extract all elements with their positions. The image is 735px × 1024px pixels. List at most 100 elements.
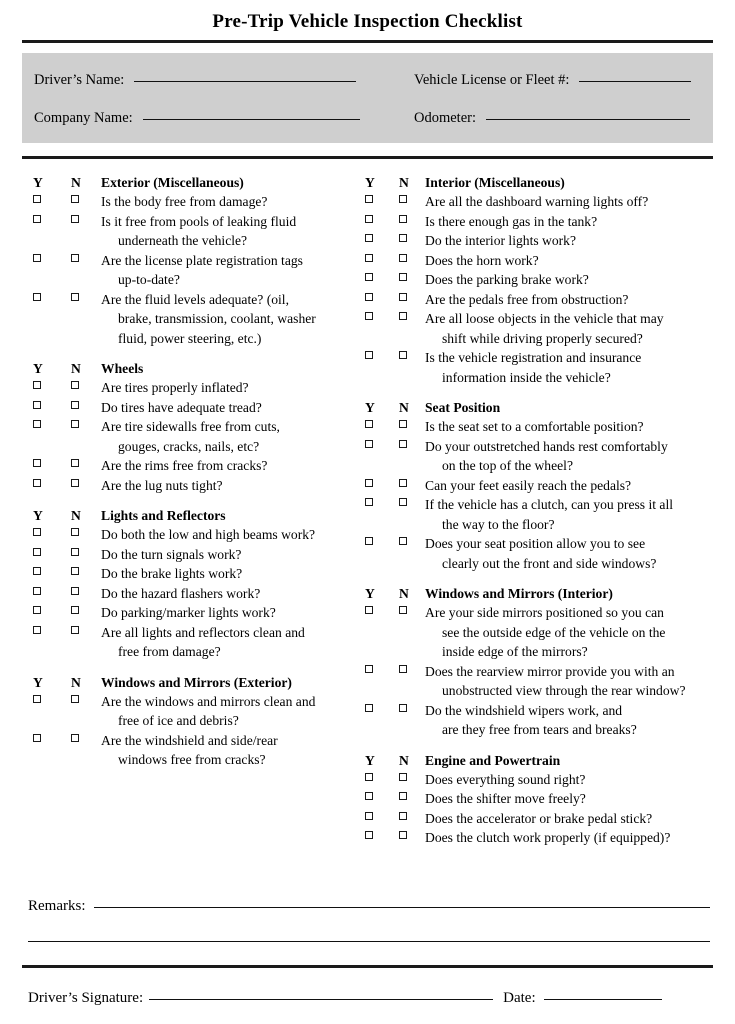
- vehicle-license-field[interactable]: Vehicle License or Fleet #:: [414, 72, 692, 89]
- checkbox-icon[interactable]: [33, 400, 41, 409]
- no-checkbox-cell[interactable]: [399, 770, 425, 781]
- checkbox-icon[interactable]: [399, 811, 407, 820]
- no-checkbox-cell[interactable]: [71, 584, 101, 595]
- checkbox-icon[interactable]: [33, 528, 41, 536]
- no-checkbox-cell[interactable]: [71, 525, 101, 536]
- checkbox-icon[interactable]: [399, 214, 407, 223]
- no-checkbox-cell[interactable]: [399, 417, 425, 428]
- yes-checkbox-cell[interactable]: [33, 192, 71, 203]
- yes-checkbox-cell[interactable]: [33, 603, 71, 614]
- checkbox-icon[interactable]: [71, 214, 79, 223]
- checkbox-icon[interactable]: [365, 792, 373, 800]
- yes-checkbox-cell[interactable]: [365, 417, 399, 428]
- yes-checkbox-cell[interactable]: [365, 270, 399, 281]
- no-checkbox-cell[interactable]: [399, 701, 425, 712]
- yes-checkbox-cell[interactable]: [365, 476, 399, 487]
- checkbox-icon[interactable]: [365, 772, 373, 781]
- checkbox-icon[interactable]: [365, 273, 373, 281]
- yes-checkbox-cell[interactable]: [365, 251, 399, 262]
- checkbox-icon[interactable]: [365, 537, 373, 545]
- checkbox-icon[interactable]: [33, 733, 41, 742]
- yes-checkbox-cell[interactable]: [365, 348, 399, 359]
- yes-checkbox-cell[interactable]: [33, 212, 71, 223]
- checkbox-icon[interactable]: [399, 273, 407, 281]
- no-checkbox-cell[interactable]: [399, 348, 425, 359]
- company-name-input[interactable]: [142, 119, 360, 120]
- remarks-input-line-1[interactable]: [93, 907, 710, 908]
- no-checkbox-cell[interactable]: [399, 828, 425, 839]
- checkbox-icon[interactable]: [365, 498, 373, 506]
- no-checkbox-cell[interactable]: [71, 456, 101, 467]
- drivers-name-field[interactable]: Driver’s Name:: [34, 72, 414, 89]
- no-checkbox-cell[interactable]: [71, 398, 101, 409]
- checkbox-icon[interactable]: [71, 381, 79, 389]
- checkbox-icon[interactable]: [33, 586, 41, 595]
- signature-input-extension[interactable]: [335, 999, 494, 1000]
- no-checkbox-cell[interactable]: [71, 603, 101, 614]
- checkbox-icon[interactable]: [33, 478, 41, 487]
- checkbox-icon[interactable]: [33, 625, 41, 634]
- yes-checkbox-cell[interactable]: [33, 398, 71, 409]
- yes-checkbox-cell[interactable]: [365, 789, 399, 800]
- checkbox-icon[interactable]: [399, 439, 407, 448]
- checkbox-icon[interactable]: [71, 195, 79, 203]
- yes-checkbox-cell[interactable]: [33, 545, 71, 556]
- checkbox-icon[interactable]: [71, 253, 79, 262]
- checkbox-icon[interactable]: [399, 478, 407, 487]
- yes-checkbox-cell[interactable]: [33, 731, 71, 742]
- yes-checkbox-cell[interactable]: [33, 378, 71, 389]
- checkbox-icon[interactable]: [365, 234, 373, 242]
- yes-checkbox-cell[interactable]: [33, 290, 71, 301]
- checkbox-icon[interactable]: [365, 214, 373, 223]
- no-checkbox-cell[interactable]: [399, 809, 425, 820]
- drivers-name-input[interactable]: [134, 81, 357, 82]
- no-checkbox-cell[interactable]: [399, 662, 425, 673]
- no-checkbox-cell[interactable]: [71, 212, 101, 223]
- remarks-input-line-2[interactable]: [28, 941, 710, 942]
- checkbox-icon[interactable]: [399, 351, 407, 359]
- no-checkbox-cell[interactable]: [71, 192, 101, 203]
- no-checkbox-cell[interactable]: [71, 623, 101, 634]
- no-checkbox-cell[interactable]: [399, 309, 425, 320]
- checkbox-icon[interactable]: [71, 625, 79, 634]
- no-checkbox-cell[interactable]: [399, 437, 425, 448]
- checkbox-icon[interactable]: [399, 234, 407, 242]
- yes-checkbox-cell[interactable]: [365, 231, 399, 242]
- checkbox-icon[interactable]: [399, 537, 407, 545]
- yes-checkbox-cell[interactable]: [365, 701, 399, 712]
- date-input[interactable]: [543, 999, 662, 1000]
- checkbox-icon[interactable]: [365, 478, 373, 487]
- no-checkbox-cell[interactable]: [71, 476, 101, 487]
- checkbox-icon[interactable]: [365, 351, 373, 359]
- no-checkbox-cell[interactable]: [399, 231, 425, 242]
- yes-checkbox-cell[interactable]: [365, 828, 399, 839]
- checkbox-icon[interactable]: [33, 606, 41, 614]
- checkbox-icon[interactable]: [33, 292, 41, 301]
- checkbox-icon[interactable]: [399, 703, 407, 712]
- checkbox-icon[interactable]: [71, 400, 79, 409]
- checkbox-icon[interactable]: [71, 528, 79, 536]
- yes-checkbox-cell[interactable]: [365, 212, 399, 223]
- no-checkbox-cell[interactable]: [399, 495, 425, 506]
- yes-checkbox-cell[interactable]: [33, 623, 71, 634]
- checkbox-icon[interactable]: [399, 606, 407, 614]
- yes-checkbox-cell[interactable]: [365, 662, 399, 673]
- checkbox-icon[interactable]: [399, 420, 407, 428]
- checkbox-icon[interactable]: [399, 772, 407, 781]
- checkbox-icon[interactable]: [33, 381, 41, 389]
- no-checkbox-cell[interactable]: [399, 192, 425, 203]
- checkbox-icon[interactable]: [399, 664, 407, 673]
- company-name-field[interactable]: Company Name:: [34, 110, 414, 127]
- checkbox-icon[interactable]: [399, 292, 407, 301]
- yes-checkbox-cell[interactable]: [365, 809, 399, 820]
- yes-checkbox-cell[interactable]: [33, 251, 71, 262]
- no-checkbox-cell[interactable]: [399, 534, 425, 545]
- no-checkbox-cell[interactable]: [71, 731, 101, 742]
- yes-checkbox-cell[interactable]: [365, 192, 399, 203]
- yes-checkbox-cell[interactable]: [33, 525, 71, 536]
- checkbox-icon[interactable]: [33, 694, 41, 703]
- no-checkbox-cell[interactable]: [399, 603, 425, 614]
- odometer-field[interactable]: Odometer:: [414, 110, 691, 127]
- vehicle-license-input[interactable]: [579, 81, 692, 82]
- checkbox-icon[interactable]: [33, 214, 41, 223]
